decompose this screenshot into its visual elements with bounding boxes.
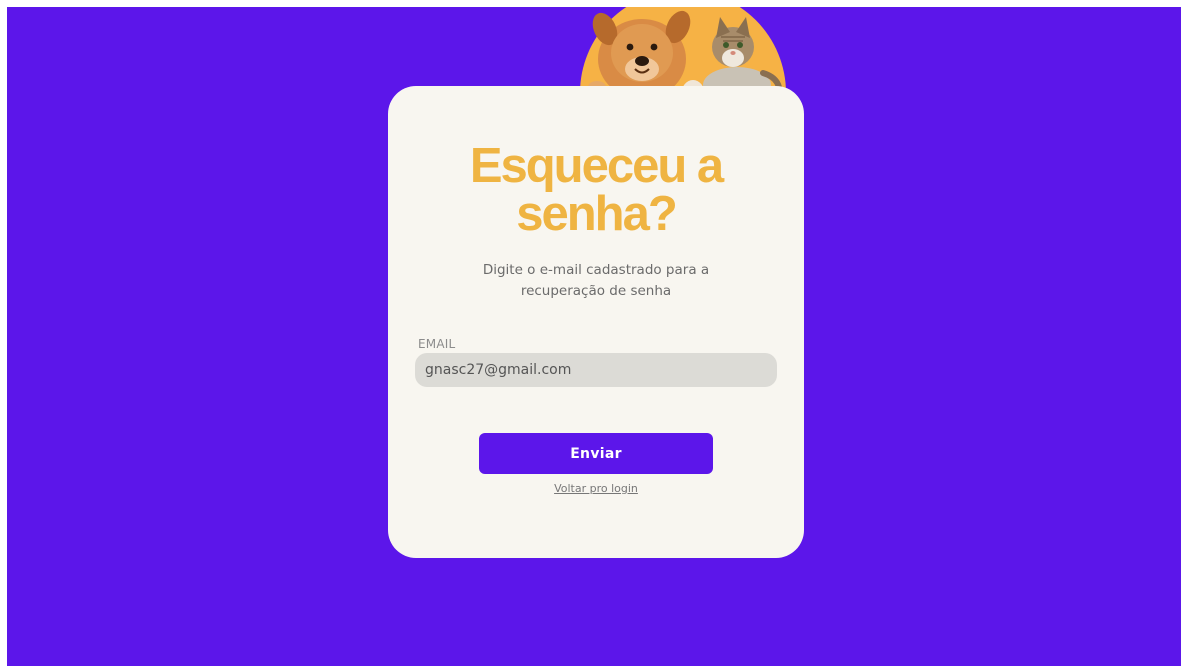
back-to-login-link[interactable]: Voltar pro login [388,482,804,495]
title-line-2: senha? [516,187,678,241]
page-title: Esqueceu a senha? [388,139,804,241]
title-line-1: Esqueceu a [469,139,724,193]
subtitle-line-2: recuperação de senha [520,283,672,299]
email-label: EMAIL [418,337,456,351]
email-field[interactable] [415,353,777,387]
subtitle-line-1: Digite o e-mail cadastrado para a [482,262,710,278]
forgot-password-card: Esqueceu a senha? Digite o e-mail cadast… [388,86,804,558]
send-button[interactable]: Enviar [479,433,713,474]
page-background: Esqueceu a senha? Digite o e-mail cadast… [7,7,1181,666]
instructions-text: Digite o e-mail cadastrado para a recupe… [446,260,746,302]
